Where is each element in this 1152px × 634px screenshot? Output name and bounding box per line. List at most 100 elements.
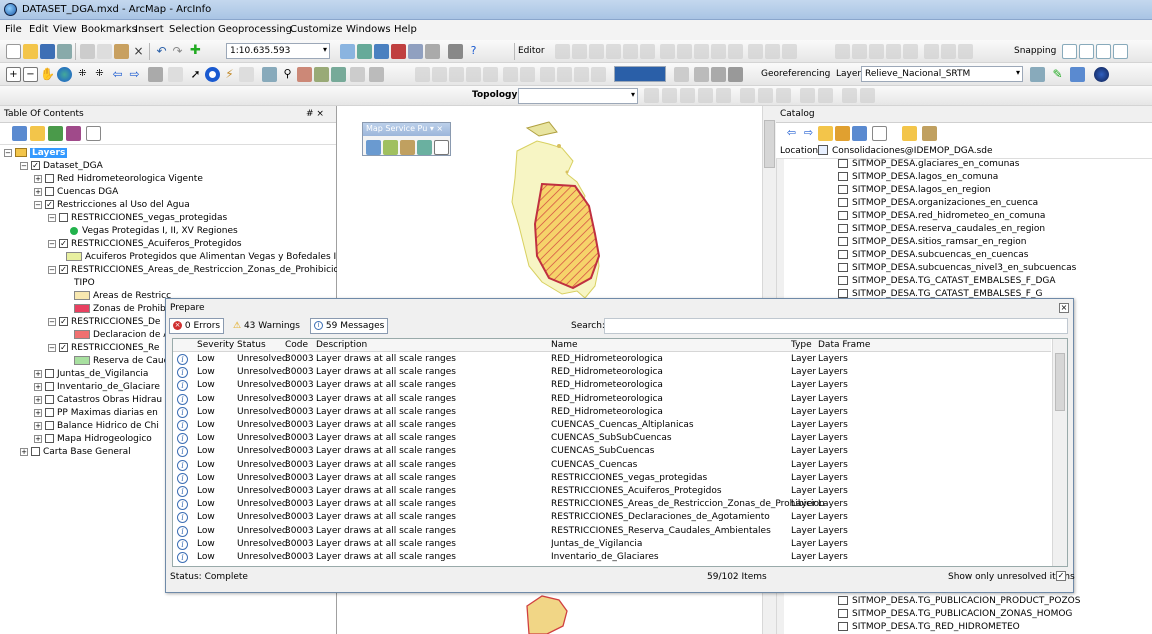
add-control-points-icon[interactable]: ✎ — [1050, 67, 1065, 82]
end-snapping-icon[interactable] — [1079, 44, 1094, 59]
whats-this-icon[interactable]: ? — [466, 44, 481, 59]
previous-extent-icon[interactable]: ⇦ — [110, 67, 125, 82]
catalog-item[interactable]: SITMOP_DESA.glaciares_en_comunas — [838, 158, 1020, 171]
table-row[interactable]: i Low Unresolved 30003 Layer draws at all sc… — [173, 498, 1051, 511]
print-icon[interactable] — [57, 44, 72, 59]
visibility-checkbox[interactable]: ✓ — [59, 239, 68, 248]
catalog-item[interactable]: SITMOP_DESA.subcuencas_nivel3_en_subcuen… — [838, 262, 1076, 275]
cogo-icon[interactable] — [835, 44, 850, 59]
visibility-checkbox[interactable] — [31, 447, 40, 456]
edit-annotation-icon[interactable] — [572, 44, 587, 59]
sketch-properties-icon[interactable] — [765, 44, 780, 59]
paste-icon[interactable] — [114, 44, 129, 59]
table-row[interactable]: i Low Unresolved 30003 Layer draws at all sc… — [173, 393, 1051, 406]
forward-icon[interactable]: ⇨ — [801, 126, 816, 141]
zoom-in-icon[interactable]: + — [6, 67, 21, 82]
visibility-checkbox[interactable]: ✓ — [45, 200, 54, 209]
save-icon[interactable] — [40, 44, 55, 59]
menu-bookmarks[interactable]: Bookmarks — [81, 24, 137, 35]
menu-edit[interactable]: Edit — [29, 24, 48, 35]
full-extent-icon[interactable] — [57, 67, 72, 82]
list-by-source-icon[interactable] — [30, 126, 45, 141]
catalog-item[interactable]: SITMOP_DESA.TG_CATAST_EMBALSES_F_DGA — [838, 275, 1056, 288]
split-icon[interactable] — [711, 44, 726, 59]
collapse-icon[interactable]: − — [48, 213, 56, 222]
table-row[interactable]: i Low Unresolved 30003 Layer draws at all sc… — [173, 472, 1051, 485]
table-row[interactable]: i Low Unresolved 30003 Layer draws at all sc… — [173, 379, 1051, 392]
table-row[interactable]: i Low Unresolved 30003 Layer draws at all sc… — [173, 525, 1051, 538]
copy-icon[interactable] — [97, 44, 112, 59]
toc-item[interactable]: Areas de Restricc — [74, 290, 171, 303]
toc-item[interactable]: Declaracion de A — [74, 329, 169, 342]
toc-item[interactable]: + Catastros Obras Hidrau — [34, 394, 162, 407]
catalog-item[interactable]: SITMOP_DESA.TG_PUBLICACION_PRODUCT_POZOS — [838, 595, 1080, 608]
toggle-contents-icon[interactable] — [902, 126, 917, 141]
up-one-level-icon[interactable] — [818, 126, 833, 141]
menu-geoprocessing[interactable]: Geoprocessing — [218, 24, 292, 35]
toc-item[interactable]: + PP Maximas diarias en — [34, 407, 158, 420]
visibility-checkbox[interactable]: ✓ — [59, 343, 68, 352]
georef-delete-link-icon[interactable] — [591, 67, 606, 82]
find-route-icon[interactable] — [297, 67, 312, 82]
attributes-icon[interactable] — [748, 44, 763, 59]
home-icon[interactable] — [835, 126, 850, 141]
georef-rectify-icon[interactable] — [540, 67, 555, 82]
fixed-zoom-out-icon[interactable]: ⁜ — [92, 67, 107, 82]
menu-view[interactable]: View — [53, 24, 77, 35]
cut-icon[interactable] — [80, 44, 95, 59]
grid-vertical-scrollbar[interactable] — [1052, 339, 1067, 566]
georef-viewer-icon[interactable] — [557, 67, 572, 82]
editor-toolbar-icon[interactable] — [340, 44, 355, 59]
catalog-item[interactable]: SITMOP_DESA.sitios_ramsar_en_region — [838, 236, 1027, 249]
toc-item[interactable]: − RESTRICCIONES_vegas_protegidas — [48, 212, 227, 225]
visibility-checkbox[interactable] — [45, 395, 54, 404]
parallel-icon[interactable] — [869, 44, 884, 59]
collapse-icon[interactable]: − — [48, 317, 56, 326]
expand-icon[interactable]: + — [34, 434, 42, 443]
collapse-icon[interactable]: − — [34, 200, 42, 209]
visibility-checkbox[interactable] — [45, 382, 54, 391]
map-service-title[interactable]: Map Service Pu ▾ × — [363, 123, 450, 136]
catalog-item[interactable]: SITMOP_DESA.TG_RED_HIDROMETEO — [838, 621, 1020, 634]
topology-validate-icon[interactable] — [680, 88, 695, 103]
map-scale-combo[interactable]: 1:10.635.593 ▾ — [226, 43, 330, 59]
expand-icon[interactable]: + — [34, 174, 42, 183]
errors-tab[interactable]: × 0 Errors — [169, 318, 225, 334]
trace-icon[interactable] — [623, 44, 638, 59]
table-row[interactable]: i Low Unresolved 30003 Layer draws at all sc… — [173, 419, 1051, 432]
rubbersheet-icon[interactable] — [958, 44, 973, 59]
close-icon[interactable]: × — [1059, 303, 1069, 313]
visibility-checkbox[interactable] — [45, 187, 54, 196]
create-features-icon[interactable] — [782, 44, 797, 59]
table-row[interactable]: i Low Unresolved 30003 Layer draws at all sc… — [173, 445, 1051, 458]
topology-shared-icon[interactable] — [842, 88, 857, 103]
table-row[interactable]: i Low Unresolved 30003 Layer draws at all sc… — [173, 485, 1051, 498]
table-row[interactable]: i Low Unresolved 30003 Layer draws at all sc… — [173, 353, 1051, 366]
html-popup-icon[interactable] — [239, 67, 254, 82]
open-folder-icon[interactable] — [23, 44, 38, 59]
topology-error-icon[interactable] — [776, 88, 791, 103]
topology-map-icon[interactable] — [662, 88, 677, 103]
data-view-icon[interactable] — [694, 67, 709, 82]
perpendicular-icon[interactable] — [886, 44, 901, 59]
toc-item[interactable]: Zonas de Prohib — [74, 303, 166, 316]
reshape-icon[interactable] — [677, 44, 692, 59]
toc-item[interactable]: + Cuencas DGA — [34, 186, 118, 199]
menu-selection[interactable]: Selection — [169, 24, 215, 35]
catalog-item[interactable]: SITMOP_DESA.lagos_en_region — [838, 184, 991, 197]
model-builder-icon[interactable] — [448, 44, 463, 59]
col-severity[interactable]: Severity — [197, 339, 234, 352]
edit-tool-icon[interactable] — [555, 44, 570, 59]
menu-help[interactable]: Help — [394, 24, 417, 35]
hyperlink-icon[interactable]: ⚡ — [222, 67, 237, 82]
topology-fix-icon[interactable] — [800, 88, 815, 103]
measure-icon[interactable] — [262, 67, 277, 82]
georef-layer-combo[interactable]: Relieve_Nacional_SRTM ▾ — [861, 66, 1023, 82]
toc-options-icon[interactable] — [86, 126, 101, 141]
col-type[interactable]: Type — [791, 339, 812, 352]
messages-tab[interactable]: i 59 Messages — [310, 318, 389, 334]
table-row[interactable]: i Low Unresolved 30003 Layer draws at all sc… — [173, 406, 1051, 419]
topology-edit-icon[interactable] — [644, 88, 659, 103]
toc-item[interactable]: − ✓ RESTRICCIONES_Re — [48, 342, 159, 355]
views-icon[interactable] — [872, 126, 887, 141]
